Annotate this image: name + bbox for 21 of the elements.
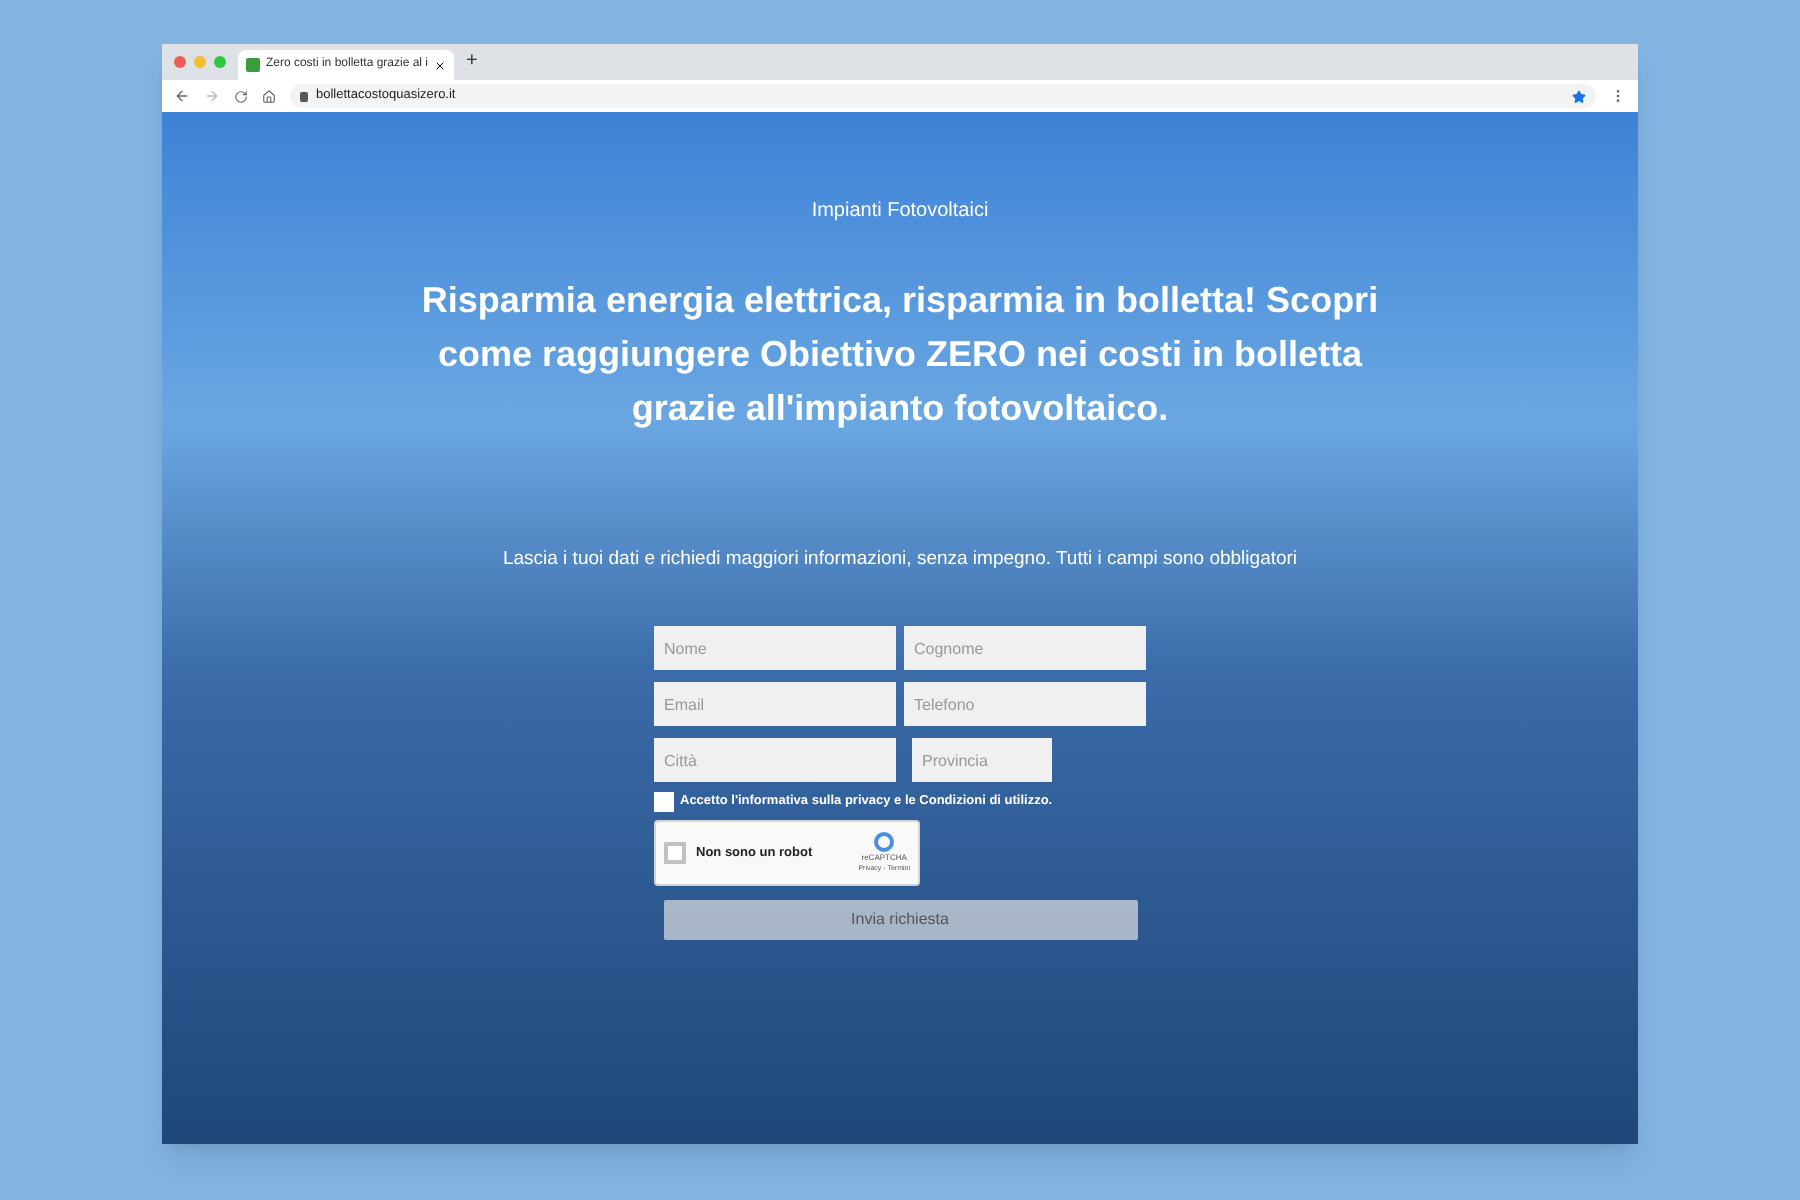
input-field[interactable]: Città [654,738,896,783]
close-tab-icon[interactable] [434,59,446,71]
new-tab-button[interactable]: + [466,52,478,72]
headline: Risparmia energia elettrica, risparmia in bolletta! Scopri come raggiungere Obiettivo ZERO nei costi in bolletta grazie all'impianto fotovoltaico. [419,278,1381,432]
intro-text: Lascia i tuoi dati e richiedi maggiori informazioni, senza impegno. Tutti i campi sono obbligatori [502,546,1298,574]
bookmark-star-icon[interactable] [1572,89,1586,103]
eyebrow-text: Impianti Fotovoltaici [811,198,989,226]
submit-button[interactable]: Invia richiesta [663,900,1137,941]
input-field[interactable]: Email [654,682,896,727]
site-favicon-icon [246,58,260,72]
home-icon[interactable] [262,89,276,103]
reload-icon[interactable] [234,89,248,103]
captcha-checkbox[interactable] [664,842,686,865]
lock-icon [300,91,308,101]
input-field[interactable]: Telefono [904,682,1146,727]
back-icon[interactable] [174,88,190,104]
input-field[interactable]: Provincia [912,738,1052,783]
captcha-logo-icon [874,832,895,853]
input-field[interactable]: Cognome [904,626,1146,671]
input-field[interactable]: Nome [654,626,896,671]
consent-checkbox[interactable] [654,792,674,813]
